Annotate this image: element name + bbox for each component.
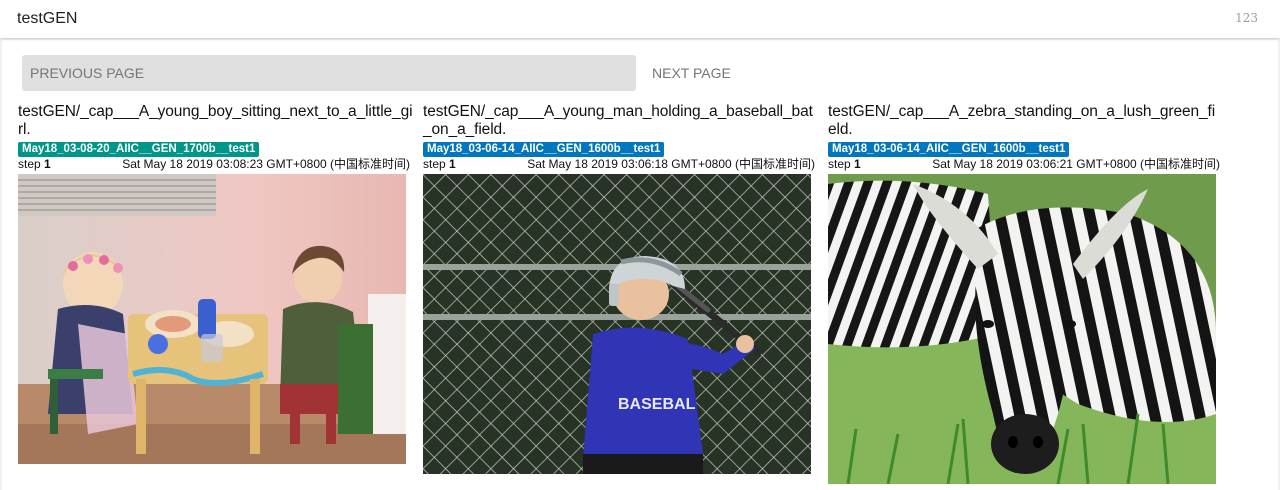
main-content: PREVIOUS PAGE NEXT PAGE testGEN/_cap___A… — [2, 40, 1278, 490]
card-meta: step 1 Sat May 18 2019 03:06:21 GMT+0800… — [828, 157, 1220, 172]
svg-text:BASEBAL: BASEBAL — [618, 396, 696, 413]
card-title: testGEN/_cap___A_young_boy_sitting_next_… — [18, 103, 413, 138]
card-title: testGEN/_cap___A_zebra_standing_on_a_lus… — [828, 103, 1216, 138]
item-count: 123 — [1235, 11, 1258, 25]
run-badge: May18_03-08-20_AIIC__GEN_1700b__test1 — [18, 142, 260, 157]
card-image: BASEBAL — [423, 174, 811, 474]
card-image — [828, 174, 1216, 484]
timestamp: Sat May 18 2019 03:08:23 GMT+0800 (中国标准时… — [122, 157, 410, 171]
card-title: testGEN/_cap___A_young_man_holding_a_bas… — [423, 103, 813, 138]
card-meta: step 1 Sat May 18 2019 03:08:23 GMT+0800… — [18, 157, 410, 172]
image-card: testGEN/_cap___A_zebra_standing_on_a_lus… — [828, 103, 1220, 484]
app-title: testGEN — [17, 10, 78, 27]
image-card: testGEN/_cap___A_young_boy_sitting_next_… — [18, 103, 413, 464]
next-page-button[interactable]: NEXT PAGE — [652, 55, 731, 91]
step-label: step — [18, 157, 41, 171]
card-meta: step 1 Sat May 18 2019 03:06:18 GMT+0800… — [423, 157, 815, 172]
image-card: testGEN/_cap___A_young_man_holding_a_bas… — [423, 103, 815, 474]
app-header: testGEN 123 — [0, 0, 1280, 38]
previous-page-button[interactable]: PREVIOUS PAGE — [22, 55, 636, 91]
timestamp: Sat May 18 2019 03:06:18 GMT+0800 (中国标准时… — [527, 157, 815, 171]
step-label: step — [423, 157, 446, 171]
step-value: 1 — [44, 157, 51, 171]
step-label: step — [828, 157, 851, 171]
timestamp: Sat May 18 2019 03:06:21 GMT+0800 (中国标准时… — [932, 157, 1220, 171]
step-value: 1 — [449, 157, 456, 171]
step-value: 1 — [854, 157, 861, 171]
run-badge: May18_03-06-14_AIIC__GEN_1600b__test1 — [423, 142, 665, 157]
run-badge: May18_03-06-14_AIIC__GEN_1600b__test1 — [828, 142, 1070, 157]
card-image — [18, 174, 406, 464]
